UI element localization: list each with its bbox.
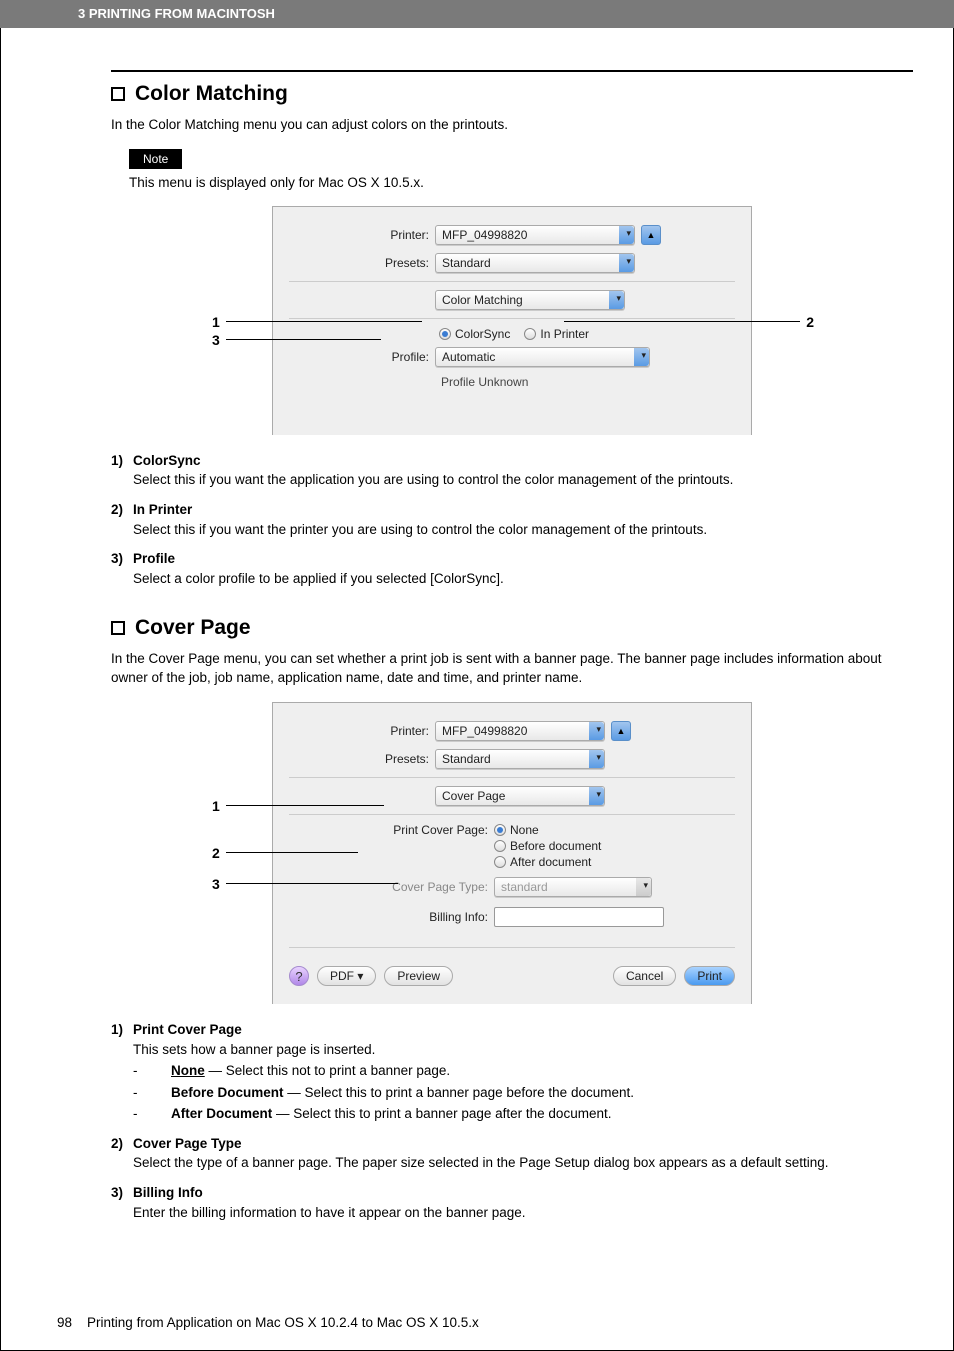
def-item: 2) Cover Page Type Select the type of a … [111,1134,913,1173]
cover-page-type-select: standard [494,877,652,897]
printer-label: Printer: [289,228,435,242]
print-cover-page-label: Print Cover Page: [289,823,494,837]
presets-label: Presets: [289,256,435,270]
def-text: Select this if you want the application … [133,472,733,487]
def-text: Select the type of a banner page. The pa… [133,1155,828,1170]
colorsync-radio[interactable] [439,328,451,340]
section1-heading: Color Matching [111,82,913,106]
def-term: Profile [133,551,175,566]
printer-label: Printer: [289,724,435,738]
header-breadcrumb: 3 PRINTING FROM MACINTOSH [0,0,954,28]
profile-subtext: Profile Unknown [441,375,735,389]
section1-definitions: 1) ColorSync Select this if you want the… [111,451,913,588]
divider [289,777,735,778]
cancel-button[interactable]: Cancel [613,966,676,986]
callout-3: 3 [212,332,220,348]
note-tag: Note [129,149,182,169]
profile-label: Profile: [289,350,435,364]
def-text: Enter the billing information to have it… [133,1205,526,1220]
def-item: 2) In Printer Select this if you want th… [111,500,913,539]
help-button[interactable]: ? [289,966,309,986]
panel-select[interactable]: Color Matching [435,290,625,310]
callout-line [226,805,384,806]
callout-line [226,883,398,884]
page-number: 98 [57,1315,72,1330]
section1-intro: In the Color Matching menu you can adjus… [111,116,913,135]
divider [289,947,735,948]
before-document-radio[interactable] [494,840,506,852]
billing-info-input[interactable] [494,907,664,927]
callout-line [226,852,358,853]
divider [289,814,735,815]
none-radio[interactable] [494,824,506,836]
section2-definitions: 1) Print Cover Page This sets how a bann… [111,1020,913,1222]
def-term: ColorSync [133,453,201,468]
billing-info-label: Billing Info: [289,910,494,924]
expand-button[interactable]: ▲ [611,721,631,741]
def-item: 3) Billing Info Enter the billing inform… [111,1183,913,1222]
def-term: Print Cover Page [133,1022,242,1037]
note-text: This menu is displayed only for Mac OS X… [129,175,913,190]
color-matching-dialog-wrap: Printer: MFP_04998820 ▲ Presets: Standar… [232,206,792,435]
opt-before: Before Document [171,1085,284,1100]
print-button[interactable]: Print [684,966,735,986]
presets-select[interactable]: Standard [435,749,605,769]
in-printer-radio[interactable] [524,328,536,340]
def-item: 1) Print Cover Page This sets how a bann… [111,1020,913,1124]
def-text: This sets how a banner page is inserted. [133,1042,375,1057]
divider [289,318,735,319]
divider [289,281,735,282]
cover-page-dialog: Printer: MFP_04998820 ▲ Presets: Standar… [272,702,752,1004]
def-term: Billing Info [133,1185,203,1200]
callout-line [226,339,381,340]
opt-none: None [171,1063,205,1078]
footer-text: Printing from Application on Mac OS X 10… [87,1315,479,1330]
presets-select[interactable]: Standard [435,253,635,273]
pdf-button[interactable]: PDF ▾ [317,966,376,986]
def-term: In Printer [133,502,192,517]
def-text: Select a color profile to be applied if … [133,571,504,586]
section2-title: Cover Page [135,616,251,640]
section2-intro: In the Cover Page menu, you can set whet… [111,650,913,688]
def-item: 3) Profile Select a color profile to be … [111,549,913,588]
after-document-radio[interactable] [494,856,506,868]
bullet-box-icon [111,87,125,101]
section-rule [111,70,913,72]
expand-button[interactable]: ▲ [641,225,661,245]
profile-select[interactable]: Automatic [435,347,650,367]
page-body: Color Matching In the Color Matching men… [0,28,954,1351]
callout-2: 2 [212,845,220,861]
callout-line [226,321,422,322]
bullet-box-icon [111,621,125,635]
def-term: Cover Page Type [133,1136,242,1151]
panel-select[interactable]: Cover Page [435,786,605,806]
in-printer-label: In Printer [540,327,589,341]
def-text: Select this if you want the printer you … [133,522,707,537]
callout-3: 3 [212,876,220,892]
printer-select[interactable]: MFP_04998820 [435,721,605,741]
callout-1: 1 [212,314,220,330]
callout-2: 2 [806,314,814,330]
preview-button[interactable]: Preview [384,966,453,986]
page-footer: 98 Printing from Application on Mac OS X… [57,1315,479,1330]
def-item: 1) ColorSync Select this if you want the… [111,451,913,490]
callout-1: 1 [212,798,220,814]
printer-select[interactable]: MFP_04998820 [435,225,635,245]
callout-line [564,321,800,322]
cover-page-dialog-wrap: Printer: MFP_04998820 ▲ Presets: Standar… [232,702,792,1004]
section1-title: Color Matching [135,82,288,106]
presets-label: Presets: [289,752,435,766]
colorsync-label: ColorSync [455,327,510,341]
opt-after: After Document [171,1106,272,1121]
section2-heading: Cover Page [111,616,913,640]
